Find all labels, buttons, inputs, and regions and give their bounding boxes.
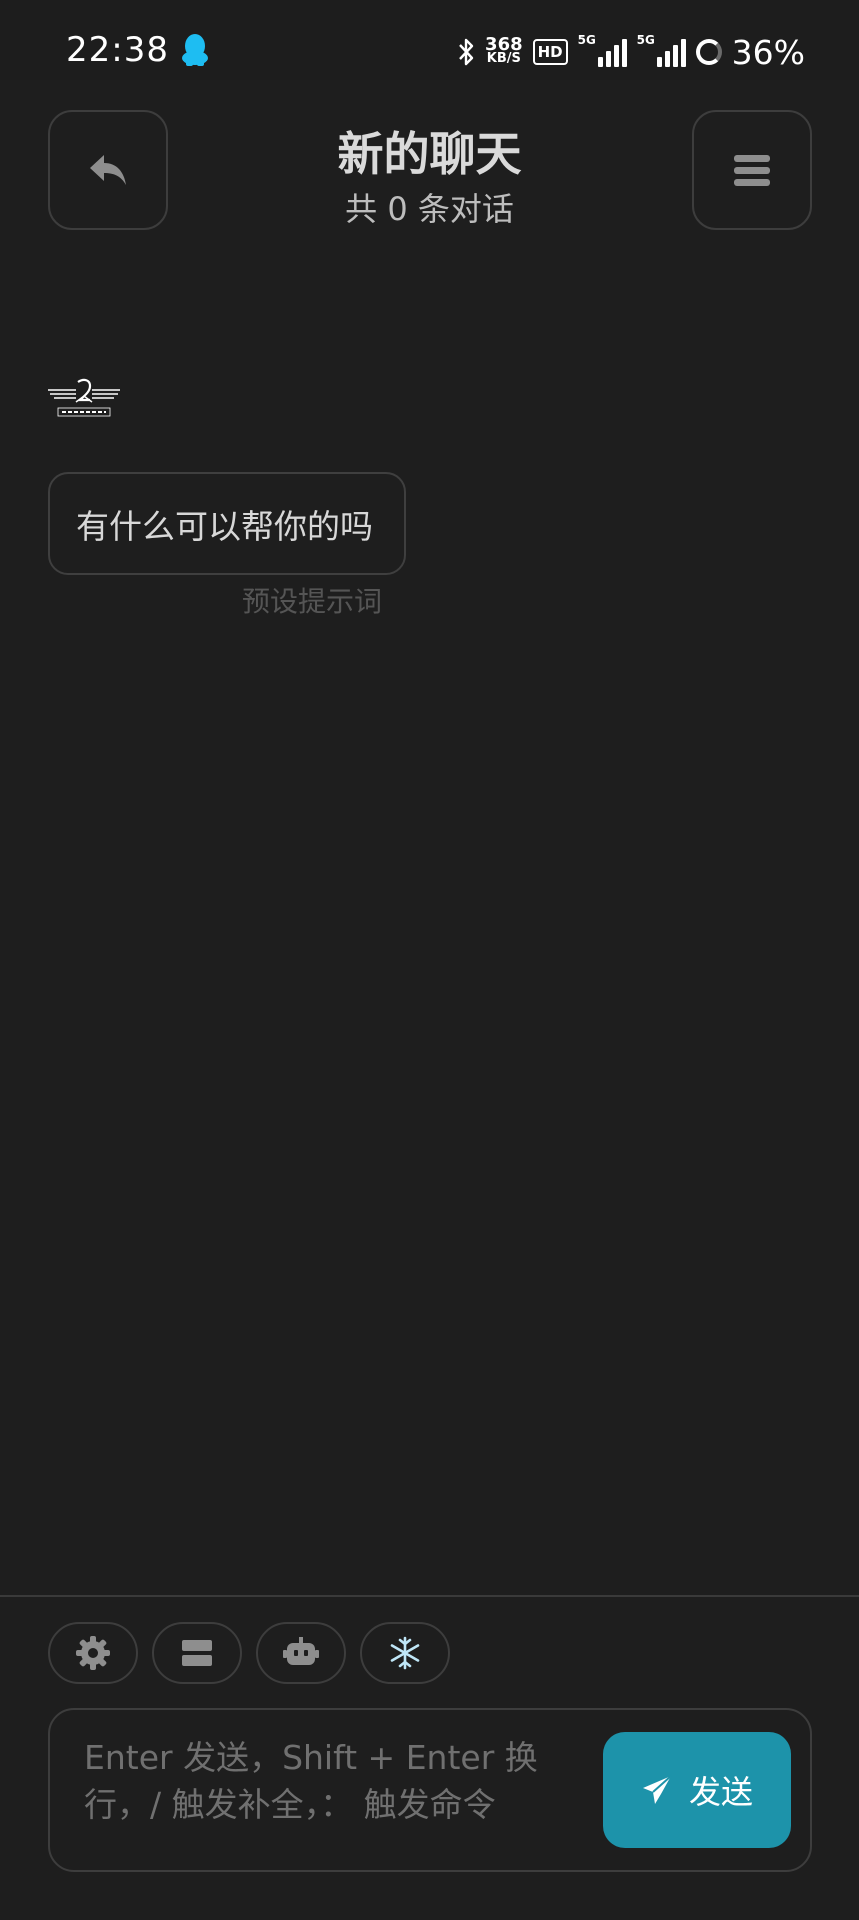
- status-time: 22:38: [66, 30, 169, 70]
- battery-percent: 36%: [731, 32, 805, 72]
- chat-rf-logo: [48, 378, 120, 417]
- signal-icon: 5G: [578, 33, 627, 67]
- battery-ring-icon: [695, 39, 722, 65]
- qq-icon: [182, 34, 208, 66]
- server-icon: [182, 1640, 212, 1666]
- net-speed-value: 368: [485, 34, 523, 55]
- message-bubble[interactable]: 有什么可以帮你的吗: [48, 472, 406, 575]
- model-button[interactable]: [256, 1622, 346, 1684]
- status-bar: 22:38 368 KB/S HD 5G 5G 36%: [0, 0, 859, 80]
- net-speed-unit: KB/S: [486, 51, 521, 66]
- menu-button[interactable]: [692, 110, 812, 230]
- robot-icon: [283, 1637, 319, 1665]
- send-label: 发送: [688, 1773, 753, 1811]
- signal-icon: 5G: [637, 33, 686, 67]
- message-meta: 预设提示词: [241, 585, 382, 618]
- input-divider: [0, 1595, 859, 1597]
- send-button[interactable]: 发送: [603, 1732, 791, 1848]
- status-right-cluster: 368 KB/S HD 5G 5G 36%: [457, 30, 805, 74]
- snowflake-icon: [390, 1636, 420, 1670]
- menu-icon: [734, 155, 770, 186]
- net-speed: 368 KB/S: [485, 34, 523, 66]
- chat-input-placeholder[interactable]: Enter 发送，Shift + Enter 换行，/ 触发补全，： 触发命令: [84, 1734, 544, 1828]
- hd-badge: HD: [532, 39, 568, 65]
- chat-input-box[interactable]: Enter 发送，Shift + Enter 换行，/ 触发补全，： 触发命令 …: [48, 1708, 812, 1872]
- app-screen: 22:38 368 KB/S HD 5G 5G 36% 新的聊天 共 0 条对话…: [0, 0, 859, 1920]
- settings-button[interactable]: [48, 1622, 138, 1684]
- signal-label: 5G: [636, 33, 655, 47]
- server-button[interactable]: [152, 1622, 242, 1684]
- bluetooth-icon: [459, 38, 474, 66]
- freeze-button[interactable]: [360, 1622, 450, 1684]
- signal-label: 5G: [577, 33, 596, 47]
- message-text: 有什么可以帮你的吗: [76, 506, 373, 546]
- send-icon: [642, 1775, 672, 1804]
- gear-icon: [76, 1636, 110, 1670]
